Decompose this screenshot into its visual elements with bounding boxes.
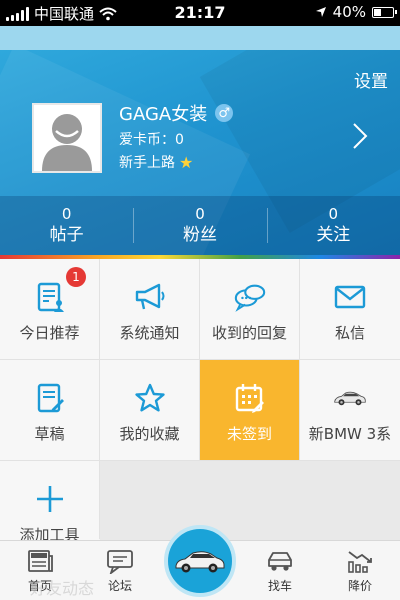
grid-item-replies[interactable]: 收到的回复	[200, 259, 299, 359]
envelope-icon	[333, 281, 367, 313]
grid-item-label: 未签到	[226, 425, 272, 443]
recommend-doc-icon	[33, 281, 67, 313]
grid-item-label: 我的收藏	[119, 425, 180, 443]
forum-icon	[105, 547, 135, 575]
bmw-car-icon	[333, 382, 367, 414]
avatar[interactable]	[32, 103, 102, 173]
tab-label: 论坛	[107, 579, 132, 593]
find-car-icon	[265, 547, 295, 575]
grid-item-label: 新BMW 3系	[308, 425, 392, 443]
plus-icon	[33, 483, 67, 515]
username: GAGA女装	[119, 104, 208, 125]
status-bar: 中国联通 21:17 40%	[0, 0, 400, 26]
stat-fans[interactable]: 0 粉丝	[133, 196, 266, 255]
center-car-button[interactable]	[164, 525, 236, 597]
battery-icon	[372, 6, 397, 18]
notification-badge: 1	[66, 267, 86, 287]
star-icon: ★	[179, 152, 194, 172]
news-icon	[26, 547, 54, 575]
default-avatar-icon	[34, 105, 100, 171]
price-drop-icon	[345, 547, 375, 575]
settings-button[interactable]: 设置	[354, 67, 388, 92]
tab-forum[interactable]: 论坛	[85, 541, 155, 600]
username-row: GAGA女装 ♂	[119, 100, 234, 126]
grid-item-label: 系统通知	[119, 324, 180, 342]
battery-fill	[374, 8, 381, 16]
car-center-icon	[175, 551, 225, 573]
tab-label: 降价	[347, 579, 372, 593]
chat-bubbles-icon	[233, 281, 267, 313]
draft-edit-icon	[33, 382, 67, 414]
profile-header: 设置 GAGA女装 ♂ 爱卡币：0 新手上路 ★ 0 帖子 0 粉丝 0 关注	[0, 50, 400, 255]
stat-following[interactable]: 0 关注	[266, 196, 400, 255]
title-strip	[0, 26, 400, 50]
grid-item-check-in[interactable]: 未签到	[200, 360, 299, 460]
tab-label: 首页	[27, 579, 52, 593]
grid-item-label: 今日推荐	[19, 324, 80, 342]
battery-percent: 40%	[332, 3, 366, 21]
tab-home[interactable]: 首页	[5, 541, 75, 600]
stat-label: 帖子	[49, 224, 84, 245]
grid-item-messages[interactable]: 私信	[300, 259, 400, 359]
grid-item-label: 收到的回复	[211, 324, 287, 342]
stat-count: 0	[328, 204, 339, 223]
user-rank: 新手上路 ★	[119, 152, 193, 172]
status-right: 40%	[315, 3, 397, 21]
male-icon: ♂	[215, 104, 234, 122]
grid-item-bmw[interactable]: 新BMW 3系	[300, 360, 400, 460]
stat-count: 0	[195, 204, 205, 223]
rank-label: 新手上路	[119, 155, 175, 171]
stat-count: 0	[61, 204, 72, 223]
tab-label: 找车	[267, 579, 292, 593]
calendar-edit-icon	[233, 382, 267, 414]
grid-empty-area	[100, 461, 400, 541]
grid-item-recommend[interactable]: 1 今日推荐	[0, 259, 99, 359]
stats-bar: 0 帖子 0 粉丝 0 关注	[0, 196, 400, 255]
tool-grid: 1 今日推荐 系统通知 收到的回复 私信 草稿 我的收藏 未签到 新BMW 3系…	[0, 259, 400, 544]
star-outline-icon	[133, 382, 167, 414]
grid-item-label: 草稿	[34, 425, 65, 443]
grid-item-drafts[interactable]: 草稿	[0, 360, 99, 460]
location-arrow-icon	[315, 7, 326, 17]
grid-item-favorites[interactable]: 我的收藏	[100, 360, 199, 460]
stat-label: 关注	[316, 224, 351, 245]
grid-item-add-tool[interactable]: 添加工具	[0, 461, 99, 544]
tab-find-car[interactable]: 找车	[245, 541, 315, 600]
megaphone-icon	[133, 281, 167, 313]
grid-item-label: 私信	[334, 324, 365, 342]
grid-item-system-notice[interactable]: 系统通知	[100, 259, 199, 359]
stat-posts[interactable]: 0 帖子	[0, 196, 133, 255]
chevron-right-icon[interactable]	[352, 122, 368, 154]
stat-label: 粉丝	[182, 224, 217, 245]
tab-price-drop[interactable]: 降价	[325, 541, 395, 600]
coin-balance: 爱卡币：0	[119, 132, 184, 148]
